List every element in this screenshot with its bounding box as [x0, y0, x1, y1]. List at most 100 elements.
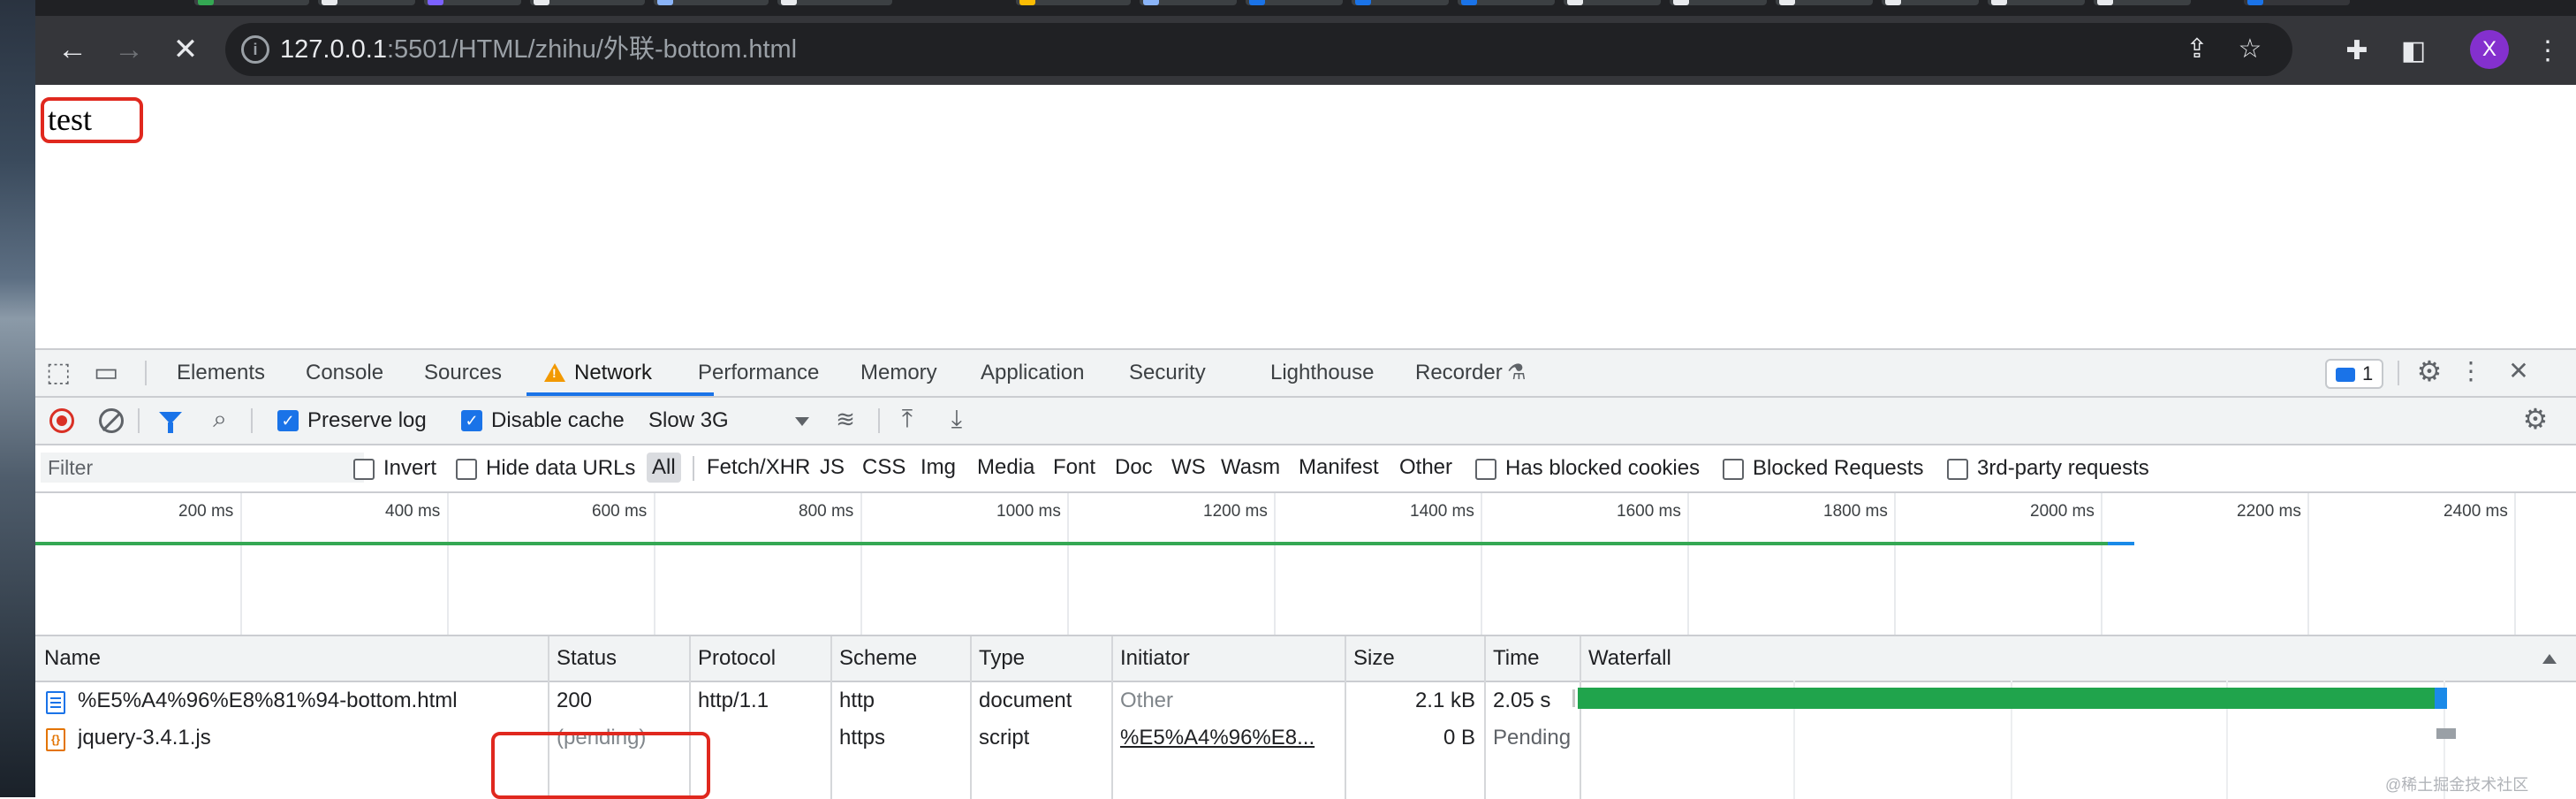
- browser-tab[interactable]: [1016, 0, 1131, 5]
- browser-tab[interactable]: [1882, 0, 1979, 5]
- browser-tab[interactable]: [1776, 0, 1873, 5]
- tab-lighthouse[interactable]: Lighthouse: [1270, 361, 1374, 385]
- request-name[interactable]: %E5%A4%96%E8%81%94-bottom.html: [78, 688, 541, 714]
- throttling-select[interactable]: Slow 3G: [648, 408, 729, 433]
- browser-tab[interactable]: [1246, 0, 1343, 5]
- invert-label[interactable]: Invert: [383, 456, 436, 481]
- tab-elements[interactable]: Elements: [177, 361, 265, 385]
- record-button[interactable]: [49, 408, 74, 433]
- browser-tab[interactable]: [318, 0, 415, 5]
- waterfall-pending-bar[interactable]: [2436, 728, 2456, 739]
- extensions-puzzle-icon[interactable]: ✚: [2334, 28, 2380, 74]
- network-conditions-wifi-icon[interactable]: ≋: [830, 405, 860, 433]
- request-name[interactable]: jquery-3.4.1.js: [78, 725, 541, 751]
- close-devtools-icon[interactable]: ✕: [2505, 357, 2532, 385]
- type-filter-wasm[interactable]: Wasm: [1216, 453, 1285, 483]
- tab-performance[interactable]: Performance: [698, 361, 819, 385]
- stop-loading-button[interactable]: ✕: [163, 27, 208, 72]
- browser-tab[interactable]: [2094, 0, 2191, 5]
- device-toolbar-icon[interactable]: ▭: [94, 359, 118, 387]
- bookmark-star-icon[interactable]: ☆: [2231, 30, 2269, 69]
- browser-tab[interactable]: [654, 0, 769, 5]
- preserve-log-checkbox[interactable]: ✓: [277, 410, 299, 431]
- column-header-type[interactable]: Type: [979, 645, 1025, 672]
- chevron-down-icon[interactable]: [795, 417, 809, 426]
- browser-tab-active[interactable]: [2244, 0, 2350, 5]
- settings-gear-icon[interactable]: ⚙: [2412, 357, 2447, 385]
- share-icon[interactable]: ⇪: [2178, 30, 2216, 69]
- inspect-element-icon[interactable]: ⬚: [46, 359, 71, 387]
- request-initiator-link[interactable]: %E5%A4%96%E8...: [1120, 725, 1337, 751]
- browser-tab[interactable]: [194, 0, 309, 5]
- third-party-requests-checkbox[interactable]: [1947, 459, 1968, 480]
- blocked-requests-label[interactable]: Blocked Requests: [1753, 456, 1923, 481]
- tab-security[interactable]: Security: [1129, 361, 1206, 385]
- search-icon[interactable]: ⌕: [207, 405, 233, 433]
- column-header-protocol[interactable]: Protocol: [698, 645, 776, 672]
- column-header-name[interactable]: Name: [44, 645, 101, 672]
- tab-memory[interactable]: Memory: [860, 361, 937, 385]
- type-filter-other[interactable]: Other: [1394, 453, 1458, 483]
- blocked-requests-checkbox[interactable]: [1723, 459, 1744, 480]
- preserve-log-label[interactable]: Preserve log: [307, 408, 427, 433]
- tab-network[interactable]: Network: [574, 361, 652, 385]
- tab-sources[interactable]: Sources: [424, 361, 502, 385]
- devtools-menu-icon[interactable]: ⋮: [2458, 357, 2484, 385]
- type-filter-doc[interactable]: Doc: [1110, 453, 1158, 483]
- type-filter-ws[interactable]: WS: [1166, 453, 1211, 483]
- browser-tab[interactable]: [1352, 0, 1449, 5]
- filter-input[interactable]: [41, 453, 364, 483]
- column-header-size[interactable]: Size: [1353, 645, 1395, 672]
- disable-cache-checkbox[interactable]: ✓: [461, 410, 482, 431]
- browser-tab[interactable]: [1458, 0, 1555, 5]
- column-header-scheme[interactable]: Scheme: [839, 645, 917, 672]
- browser-tab[interactable]: [424, 0, 521, 5]
- waterfall-download-bar[interactable]: [2435, 688, 2447, 709]
- table-row[interactable]: %E5%A4%96%E8%81%94-bottom.html 200 http/…: [35, 682, 1564, 719]
- tab-application[interactable]: Application: [981, 361, 1084, 385]
- column-header-status[interactable]: Status: [557, 645, 617, 672]
- forward-button[interactable]: →: [106, 27, 152, 72]
- browser-tab[interactable]: [1140, 0, 1237, 5]
- issues-badge[interactable]: 1: [2325, 359, 2384, 389]
- address-bar[interactable]: i 127.0.0.1:5501/HTML/zhihu/外联-bottom.ht…: [225, 23, 2292, 76]
- type-filter-css[interactable]: CSS: [857, 453, 911, 483]
- tab-recorder[interactable]: Recorder: [1415, 361, 1503, 385]
- hide-data-urls-checkbox[interactable]: [456, 459, 477, 480]
- url-text[interactable]: 127.0.0.1:5501/HTML/zhihu/外联-bottom.html: [280, 34, 797, 65]
- side-panel-icon[interactable]: ◧: [2390, 28, 2436, 74]
- sort-ascending-icon[interactable]: [2542, 654, 2557, 664]
- waterfall-waiting-bar[interactable]: [1578, 688, 2435, 709]
- profile-avatar[interactable]: X: [2470, 30, 2509, 69]
- network-settings-gear-icon[interactable]: ⚙: [2518, 405, 2553, 433]
- disable-cache-label[interactable]: Disable cache: [491, 408, 625, 433]
- clear-button[interactable]: [99, 408, 124, 433]
- type-filter-font[interactable]: Font: [1048, 453, 1101, 483]
- table-row[interactable]: {} jquery-3.4.1.js (pending) https scrip…: [35, 719, 1571, 757]
- third-party-requests-label[interactable]: 3rd-party requests: [1977, 456, 2149, 481]
- network-overview-timeline[interactable]: 200 ms 400 ms 600 ms 800 ms 1000 ms 1200…: [35, 493, 2576, 636]
- browser-tab[interactable]: [1670, 0, 1767, 5]
- import-har-upload-icon[interactable]: ⤒: [892, 405, 922, 433]
- has-blocked-cookies-label[interactable]: Has blocked cookies: [1505, 456, 1700, 481]
- browser-menu-icon[interactable]: ⋮: [2525, 28, 2571, 74]
- type-filter-all[interactable]: All: [647, 453, 681, 483]
- type-filter-img[interactable]: Img: [915, 453, 961, 483]
- invert-checkbox[interactable]: [353, 459, 375, 480]
- type-filter-js[interactable]: JS: [814, 453, 850, 483]
- tab-console[interactable]: Console: [306, 361, 383, 385]
- hide-data-urls-label[interactable]: Hide data URLs: [486, 456, 635, 481]
- column-divider[interactable]: [1580, 636, 1581, 799]
- type-filter-media[interactable]: Media: [972, 453, 1040, 483]
- browser-tab[interactable]: [777, 0, 892, 5]
- type-filter-manifest[interactable]: Manifest: [1293, 453, 1384, 483]
- browser-tab[interactable]: [1988, 0, 2085, 5]
- column-header-initiator[interactable]: Initiator: [1120, 645, 1190, 672]
- column-header-time[interactable]: Time: [1493, 645, 1539, 672]
- browser-tab[interactable]: [530, 0, 645, 5]
- back-button[interactable]: ←: [49, 27, 95, 72]
- browser-tab[interactable]: [1564, 0, 1661, 5]
- has-blocked-cookies-checkbox[interactable]: [1475, 459, 1496, 480]
- filter-funnel-icon[interactable]: [159, 412, 182, 433]
- type-filter-fetch-xhr[interactable]: Fetch/XHR: [701, 453, 815, 483]
